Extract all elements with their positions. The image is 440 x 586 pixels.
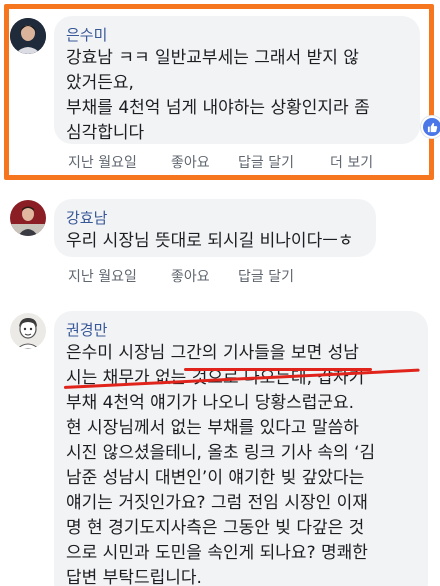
comment-text-line: 얘기는 거짓인가요? 그럼 전임 시장인 이재 bbox=[66, 493, 368, 513]
reply-button[interactable]: 답글 달기 bbox=[238, 266, 294, 286]
comment-author[interactable]: 강효남 bbox=[66, 207, 364, 229]
red-underline-annotation bbox=[184, 368, 372, 371]
avatar-photo bbox=[10, 18, 46, 54]
comment-text-line: 남준 성남시 대변인’이 얘기한 빚 갚았다는 bbox=[66, 468, 365, 488]
more-button[interactable]: 더 보기 bbox=[330, 152, 373, 172]
comment-text-line: 으로 시민과 도민을 속인게 되나요? 명쾌한 bbox=[66, 543, 368, 563]
comment-text-line: 부채 4천억 얘기가 나오니 당황스럽군요. bbox=[66, 393, 355, 413]
comment-text-line: 답변 부탁드립니다. bbox=[66, 568, 202, 586]
timestamp-link[interactable]: 지난 월요일 bbox=[68, 152, 171, 172]
avatar[interactable] bbox=[10, 313, 46, 349]
comment-text-line: 부채를 4천억 넘게 내야하는 상황인지라 좀 bbox=[66, 98, 370, 118]
like-button[interactable]: 좋아요 bbox=[171, 266, 238, 286]
comment-actions: 지난 월요일 좋아요 답글 달기 더 보기 bbox=[68, 152, 373, 172]
reply-button[interactable]: 답글 달기 bbox=[238, 152, 330, 172]
comment-text-line: 현 시장님께서 없는 부채를 있다고 말씀하 bbox=[66, 418, 359, 438]
comment-text-line: 은수미 시장님 그간의 기사들을 보면 성남 bbox=[66, 343, 359, 363]
timestamp-link[interactable]: 지난 월요일 bbox=[68, 266, 171, 286]
comment-text-line: 았거든요, bbox=[66, 73, 134, 93]
comment-bubble: 은수미 강효남 ㅋㅋ 일반교부세는 그래서 받지 않 았거든요, 부채를 4천억… bbox=[54, 16, 420, 144]
comment-text-line: 심각합니다 bbox=[66, 123, 145, 143]
comment-bubble: 강효남 우리 시장님 뜻대로 되시길 비나이다ㅡㅎ bbox=[54, 199, 376, 257]
comment-text-line: 명 현 경기도지사측은 그동안 빚 다갚은 것 bbox=[66, 518, 365, 538]
comment-actions: 지난 월요일 좋아요 답글 달기 bbox=[68, 266, 294, 286]
thumbs-up-icon bbox=[423, 118, 440, 136]
comment-text-line: 우리 시장님 뜻대로 되시길 비나이다ㅡㅎ bbox=[66, 231, 354, 251]
avatar[interactable] bbox=[10, 200, 46, 236]
like-button[interactable]: 좋아요 bbox=[171, 152, 238, 172]
comment-text-line: 강효남 ㅋㅋ 일반교부세는 그래서 받지 않 bbox=[66, 48, 359, 68]
avatar-photo bbox=[10, 313, 46, 349]
comment-bubble: 권경만 은수미 시장님 그간의 기사들을 보면 성남 시는 채무가 없는 것으로… bbox=[54, 311, 428, 586]
avatar[interactable] bbox=[10, 18, 46, 54]
comment-author[interactable]: 권경만 bbox=[66, 319, 416, 341]
avatar-photo bbox=[10, 200, 46, 236]
comment-author[interactable]: 은수미 bbox=[66, 24, 408, 46]
like-reaction-badge[interactable] bbox=[421, 116, 440, 138]
comment-text-line: 시진 않으셨을테니, 올초 링크 기사 속의 ‘김 bbox=[66, 443, 376, 463]
